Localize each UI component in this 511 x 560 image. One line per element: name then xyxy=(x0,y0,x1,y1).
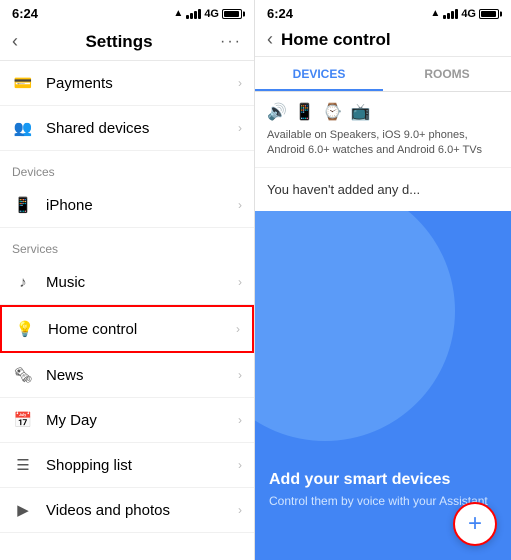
payments-label: Payments xyxy=(46,75,238,92)
tab-devices[interactable]: DEVICES xyxy=(255,57,383,91)
payments-icon: 💳 xyxy=(12,72,34,94)
right-4g-label: 4G xyxy=(461,8,476,20)
shopping-list-label: Shopping list xyxy=(46,457,238,474)
left-status-bar: 6:24 ▲ 4G xyxy=(0,0,254,25)
music-chevron: › xyxy=(238,275,242,289)
news-chevron: › xyxy=(238,368,242,382)
menu-item-home-control[interactable]: 💡 Home control › xyxy=(0,305,254,353)
iphone-chevron: › xyxy=(238,198,242,212)
shared-devices-chevron: › xyxy=(238,121,242,135)
watch-icon: ⌚ xyxy=(323,102,343,122)
devices-section-label: Devices xyxy=(0,151,254,183)
home-control-label: Home control xyxy=(48,321,236,338)
settings-menu-list: 💳 Payments › 👥 Shared devices › Devices … xyxy=(0,61,254,560)
promo-circle xyxy=(255,211,455,441)
news-label: News xyxy=(46,367,238,384)
promo-title: Add your smart devices xyxy=(269,471,497,489)
right-status-bar: 6:24 ▲ 4G xyxy=(255,0,511,25)
menu-item-iphone[interactable]: 📱 iPhone › xyxy=(0,183,254,228)
menu-item-news[interactable]: 🗞 News › xyxy=(0,353,254,398)
speaker-icon: 🔊 xyxy=(267,102,287,122)
shopping-list-chevron: › xyxy=(238,458,242,472)
empty-devices-text: You haven't added any d... xyxy=(255,168,511,211)
add-device-fab-button[interactable]: + xyxy=(453,502,497,546)
right-battery-icon xyxy=(479,9,499,19)
music-icon: ♪ xyxy=(12,271,34,293)
payments-chevron: › xyxy=(238,76,242,90)
tv-icon: 📺 xyxy=(351,102,371,122)
settings-title: Settings xyxy=(85,32,152,52)
device-type-icons: 🔊 📱 ⌚ 📺 xyxy=(267,102,499,122)
news-icon: 🗞 xyxy=(12,364,34,386)
left-4g-label: 4G xyxy=(204,8,219,20)
promo-section: Add your smart devices Control them by v… xyxy=(255,211,511,560)
music-label: Music xyxy=(46,274,238,291)
settings-header: ‹ Settings ··· xyxy=(0,25,254,61)
left-battery-icon xyxy=(222,9,242,19)
videos-photos-chevron: › xyxy=(238,503,242,517)
services-section-label: Services xyxy=(0,228,254,260)
devices-description: Available on Speakers, iOS 9.0+ phones, … xyxy=(267,128,499,159)
menu-item-shopping-list[interactable]: ☰ Shopping list › xyxy=(0,443,254,488)
right-status-icons: ▲ 4G xyxy=(430,8,499,20)
home-control-panel: 6:24 ▲ 4G ‹ Home control DEVICES ROOMS 🔊 xyxy=(255,0,511,560)
home-control-title: Home control xyxy=(281,30,391,50)
settings-panel: 6:24 ▲ 4G ‹ Settings ··· 💳 Payments › xyxy=(0,0,255,560)
right-time: 6:24 xyxy=(267,6,293,21)
home-control-back-button[interactable]: ‹ xyxy=(267,29,273,50)
videos-photos-icon: ▶ xyxy=(12,499,34,521)
settings-back-button[interactable]: ‹ xyxy=(12,31,18,52)
tab-rooms[interactable]: ROOMS xyxy=(383,57,511,91)
menu-item-music[interactable]: ♪ Music › xyxy=(0,260,254,305)
videos-photos-label: Videos and photos xyxy=(46,502,238,519)
iphone-icon: 📱 xyxy=(12,194,34,216)
phone-icon: 📱 xyxy=(295,102,315,122)
left-status-icons: ▲ 4G xyxy=(173,8,242,20)
home-control-chevron: › xyxy=(236,322,240,336)
left-arrow-icon: ▲ xyxy=(173,8,183,19)
settings-more-button[interactable]: ··· xyxy=(220,33,242,51)
left-time: 6:24 xyxy=(12,6,38,21)
right-arrow-icon: ▲ xyxy=(430,8,440,19)
shared-devices-icon: 👥 xyxy=(12,117,34,139)
my-day-chevron: › xyxy=(238,413,242,427)
menu-item-videos-photos[interactable]: ▶ Videos and photos › xyxy=(0,488,254,533)
devices-info: 🔊 📱 ⌚ 📺 Available on Speakers, iOS 9.0+ … xyxy=(255,92,511,168)
shopping-list-icon: ☰ xyxy=(12,454,34,476)
menu-item-payments[interactable]: 💳 Payments › xyxy=(0,61,254,106)
left-signal-icon xyxy=(186,9,201,19)
home-control-tabs: DEVICES ROOMS xyxy=(255,57,511,92)
my-day-label: My Day xyxy=(46,412,238,429)
my-day-icon: 📅 xyxy=(12,409,34,431)
home-control-header: ‹ Home control xyxy=(255,25,511,57)
right-signal-icon xyxy=(443,9,458,19)
iphone-label: iPhone xyxy=(46,197,238,214)
menu-item-my-day[interactable]: 📅 My Day › xyxy=(0,398,254,443)
home-control-icon: 💡 xyxy=(14,318,36,340)
shared-devices-label: Shared devices xyxy=(46,120,238,137)
menu-item-shared-devices[interactable]: 👥 Shared devices › xyxy=(0,106,254,151)
